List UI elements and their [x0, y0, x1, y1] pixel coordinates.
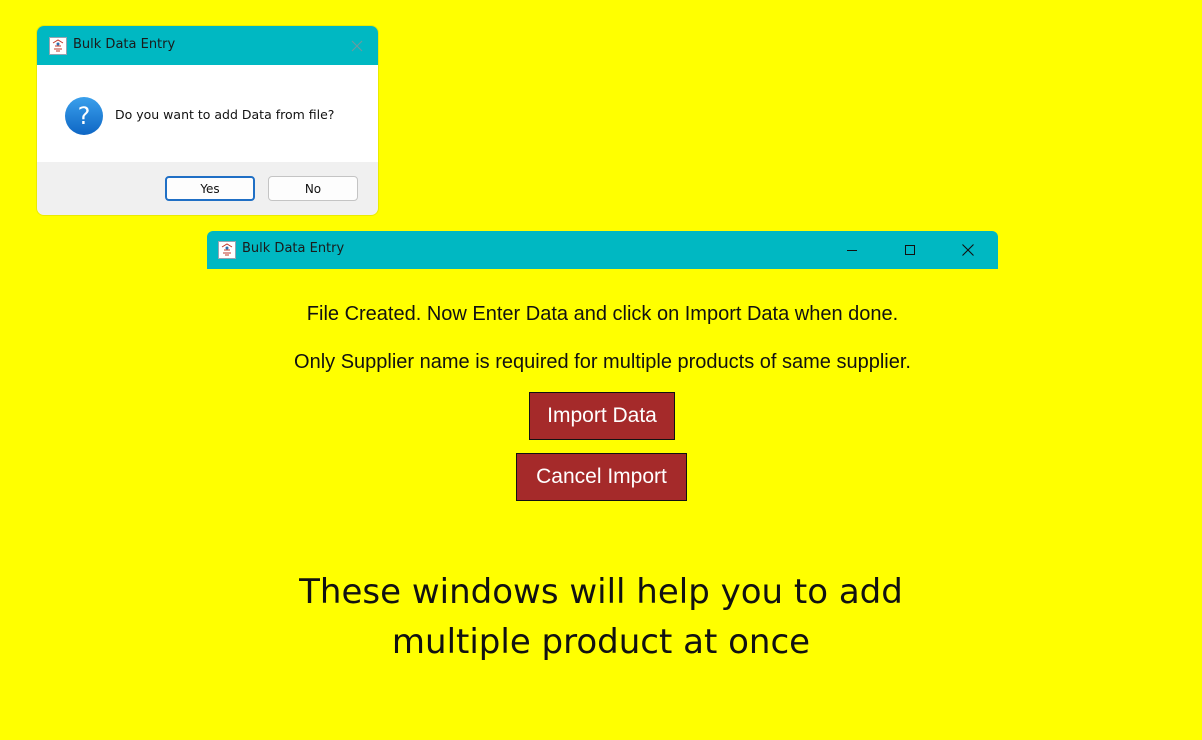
close-icon[interactable]: [350, 38, 364, 52]
svg-text:?: ?: [78, 102, 91, 130]
import-data-button[interactable]: Import Data: [529, 392, 675, 440]
dialog-footer: Yes No: [37, 162, 378, 215]
cancel-import-button[interactable]: Cancel Import: [516, 453, 687, 501]
instruction-text: File Created. Now Enter Data and click o…: [306, 303, 899, 325]
dialog-titlebar[interactable]: Bulk Data Entry: [37, 26, 378, 65]
dialog-message: Do you want to add Data from file?: [115, 107, 335, 122]
window-body: File Created. Now Enter Data and click o…: [207, 269, 998, 512]
dialog-content: ? Do you want to add Data from file?: [37, 65, 378, 162]
maximize-icon[interactable]: [881, 231, 939, 269]
close-icon[interactable]: [939, 231, 997, 269]
supplier-note-text: Only Supplier name is required for multi…: [294, 351, 911, 373]
caption: These windows will help you to add multi…: [0, 567, 1202, 667]
dialog-title: Bulk Data Entry: [73, 37, 176, 52]
confirm-dialog: Bulk Data Entry ? Do you want to add Dat…: [37, 26, 378, 215]
bulk-entry-window: Bulk Data Entry File Created. Now Enter …: [207, 231, 998, 512]
no-button[interactable]: No: [268, 176, 358, 201]
app-icon: [218, 241, 236, 259]
caption-line-2: multiple product at once: [391, 622, 811, 662]
caption-line-1: These windows will help you to add: [299, 572, 903, 612]
window-title: Bulk Data Entry: [242, 241, 345, 256]
yes-button[interactable]: Yes: [165, 176, 255, 201]
app-icon: [49, 37, 67, 55]
question-icon: ?: [64, 96, 104, 136]
minimize-icon[interactable]: [823, 231, 881, 269]
window-titlebar[interactable]: Bulk Data Entry: [207, 231, 998, 269]
